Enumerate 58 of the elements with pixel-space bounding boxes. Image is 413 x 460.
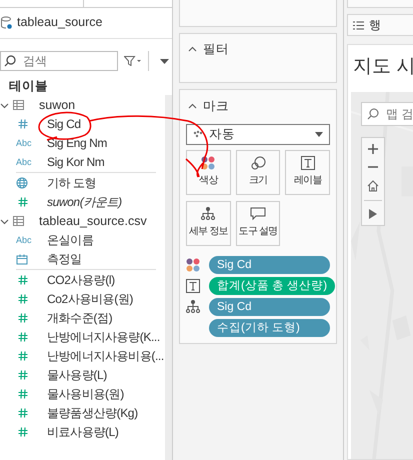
chevron-icon[interactable] (188, 44, 197, 54)
field-name[interactable]: 난방에너지사용비용(... (47, 347, 164, 366)
rows-shelf[interactable]: 행 (347, 14, 413, 36)
mark-property-button[interactable]: 레이블 (285, 150, 330, 195)
string-type-icon: Abc (16, 234, 32, 247)
field-name[interactable]: 물사용량(L) (47, 366, 107, 384)
table-icon (13, 100, 24, 110)
scrollbar-track[interactable] (165, 95, 172, 460)
field-name[interactable]: 난방에너지사용량(K... (47, 328, 160, 346)
home-icon[interactable] (367, 180, 379, 192)
mark-property-button[interactable]: 도구 설명 (236, 200, 280, 246)
data-source-name[interactable]: tableau_source (17, 12, 102, 32)
string-type-icon: Abc (16, 136, 32, 150)
caret-icon[interactable] (160, 58, 169, 64)
field-name[interactable]: 불량품생산량(Kg) (47, 404, 138, 422)
field-name[interactable]: 온실이름 (47, 231, 94, 250)
caret-icon (315, 132, 323, 137)
mark-property-button[interactable]: 크기 (236, 150, 280, 195)
color-dots-icon (186, 258, 200, 272)
map-search-field[interactable]: 맵 검 (361, 102, 413, 126)
table-icon (13, 216, 24, 226)
database-icon (1, 16, 12, 28)
text-label-icon (300, 156, 315, 170)
mark-type-dropdown[interactable]: 자동 (186, 124, 330, 145)
field-name[interactable]: Sig Kor Nm (47, 153, 104, 172)
hierarchy-icon (201, 207, 216, 222)
field-name[interactable]: suwon(카운트) (47, 193, 122, 212)
card-title: 필터 (203, 41, 229, 58)
search-field[interactable]: 검색 (0, 51, 118, 71)
list-icon (353, 20, 364, 30)
chevron-icon[interactable] (0, 216, 9, 226)
field-name[interactable]: Co2사용비용(원) (47, 290, 134, 308)
field-name[interactable]: CO2사용량(l) (47, 271, 115, 290)
chevron-icon[interactable] (0, 100, 9, 110)
size-circles-icon (250, 156, 266, 170)
color-dots-icon (201, 156, 216, 170)
field-name[interactable]: 측정일 (47, 250, 82, 268)
filter-icon[interactable] (124, 56, 141, 66)
hierarchy-icon (186, 300, 200, 314)
play-icon[interactable] (369, 208, 377, 218)
card-title: 마크 (203, 98, 229, 115)
sheet-title: 지도 시 (352, 55, 413, 79)
field-name[interactable]: 비료사용량(L) (47, 423, 118, 442)
speech-bubble-icon (250, 207, 266, 222)
field-name[interactable]: Sig Cd (47, 115, 81, 134)
section-title: 테이블 (8, 78, 49, 95)
string-type-icon: Abc (16, 156, 32, 169)
zoom-in-icon[interactable] (368, 144, 378, 154)
search-icon (4, 55, 16, 67)
map-marks-icon (193, 130, 204, 138)
field-name[interactable]: 개화수준(점) (47, 309, 112, 328)
text-label-icon (186, 279, 200, 294)
mark-property-button[interactable]: 색상 (186, 150, 231, 195)
mark-property-button[interactable]: 세부 정보 (186, 200, 231, 246)
chevron-icon[interactable] (188, 102, 197, 111)
field-name[interactable]: 기하 도형 (47, 174, 96, 192)
field-name[interactable]: 물사용비용(원) (47, 385, 124, 404)
search-icon (367, 108, 379, 120)
